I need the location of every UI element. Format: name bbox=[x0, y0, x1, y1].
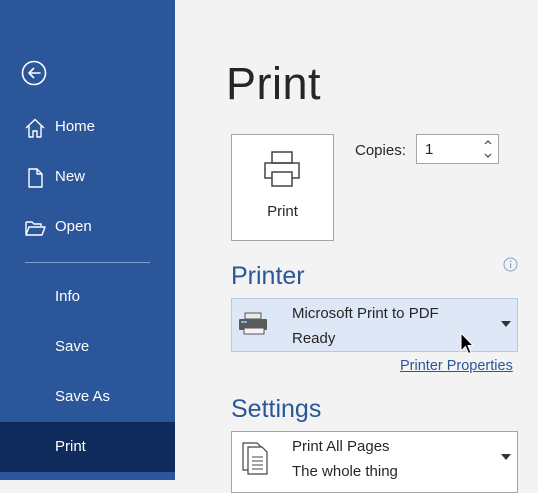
folder-open-icon bbox=[25, 221, 46, 236]
nav-new[interactable]: New bbox=[0, 153, 175, 201]
spin-down-icon[interactable] bbox=[482, 150, 494, 161]
new-document-icon bbox=[28, 168, 43, 188]
printer-name: Microsoft Print to PDF bbox=[292, 305, 439, 322]
nav-save-label: Save bbox=[55, 338, 90, 355]
nav-home[interactable]: Home bbox=[0, 103, 175, 151]
printer-status: Ready bbox=[292, 330, 336, 347]
back-button[interactable] bbox=[21, 60, 47, 86]
spin-up-icon[interactable] bbox=[482, 137, 494, 148]
nav-home-label: Home bbox=[55, 118, 96, 135]
nav-save-as-label: Save As bbox=[55, 388, 111, 405]
pages-option: Print All Pages bbox=[292, 438, 390, 455]
nav-open[interactable]: Open bbox=[0, 203, 175, 251]
mouse-cursor-icon bbox=[460, 332, 474, 355]
nav-open-label: Open bbox=[55, 218, 92, 235]
nav-save-as[interactable]: Save As bbox=[0, 373, 175, 421]
print-button-label: Print bbox=[267, 203, 298, 220]
printer-dropdown[interactable]: Microsoft Print to PDF Ready bbox=[231, 298, 518, 352]
printer-heading: Printer bbox=[231, 262, 305, 290]
backstage-sidebar: Home New Open Info Save Save As Print bbox=[0, 0, 175, 480]
pages-icon bbox=[242, 442, 268, 475]
copies-stepper bbox=[416, 134, 499, 164]
chevron-down-icon bbox=[501, 454, 511, 460]
back-arrow-icon bbox=[21, 60, 47, 86]
printer-properties-link[interactable]: Printer Properties bbox=[400, 358, 513, 374]
nav-divider bbox=[25, 262, 150, 263]
copies-label: Copies: bbox=[355, 142, 406, 159]
nav-save[interactable]: Save bbox=[0, 323, 175, 371]
settings-heading: Settings bbox=[231, 395, 322, 423]
pages-description: The whole thing bbox=[292, 463, 398, 480]
nav-info[interactable]: Info bbox=[0, 273, 175, 321]
printer-icon bbox=[264, 151, 300, 187]
info-icon[interactable] bbox=[503, 257, 518, 272]
home-icon bbox=[25, 118, 45, 138]
nav-new-label: New bbox=[55, 168, 86, 185]
nav-print-label: Print bbox=[55, 438, 86, 455]
nav-print[interactable]: Print bbox=[0, 422, 175, 472]
copies-input[interactable] bbox=[417, 135, 485, 163]
page-title: Print bbox=[226, 58, 322, 109]
chevron-down-icon bbox=[501, 321, 511, 327]
print-button[interactable]: Print bbox=[231, 134, 334, 241]
nav-info-label: Info bbox=[55, 288, 81, 305]
print-pages-dropdown[interactable]: Print All Pages The whole thing bbox=[231, 431, 518, 493]
pdf-printer-icon bbox=[239, 312, 267, 335]
